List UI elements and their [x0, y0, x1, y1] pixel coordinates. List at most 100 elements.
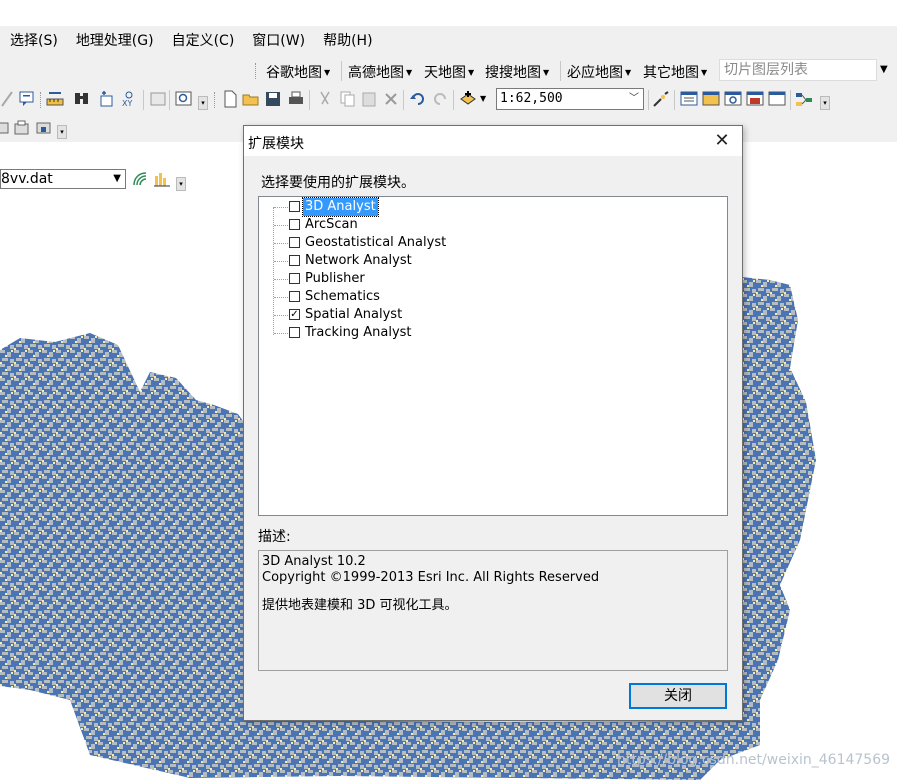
undo-icon[interactable] [409, 90, 427, 108]
tree-branch [274, 225, 288, 226]
extension-label[interactable]: 3D Analyst [302, 197, 379, 217]
menu-windows[interactable]: 窗口(W) [242, 26, 313, 56]
layer-select-value: 8vv.dat [1, 171, 53, 187]
extensions-list[interactable]: 3D Analyst ArcScan Geostatistical Analys… [258, 196, 728, 516]
paste-icon[interactable] [360, 90, 378, 108]
layer-select[interactable]: 8vv.dat ▼ [0, 169, 126, 189]
extension-checkbox[interactable] [289, 219, 300, 230]
extension-label[interactable]: ArcScan [303, 216, 360, 234]
arctoolbox-icon[interactable] [746, 90, 764, 108]
watermark: https://blog.csdn.net/weixin_46147569 [617, 752, 891, 768]
tool-icon[interactable] [0, 119, 12, 137]
editor-toolbar-icon[interactable] [652, 90, 670, 108]
separator [648, 90, 649, 110]
menu-geoprocessing[interactable]: 地理处理(G) [66, 26, 162, 56]
extension-label[interactable]: Network Analyst [303, 252, 414, 270]
extension-item[interactable]: Geostatistical Analyst [273, 234, 713, 252]
tile-layer-list-input[interactable]: 切片图层列表 [719, 59, 877, 81]
identify-icon[interactable] [18, 90, 36, 108]
histogram-icon[interactable] [153, 170, 171, 188]
extension-label[interactable]: Geostatistical Analyst [303, 234, 448, 252]
extension-item[interactable]: Publisher [273, 270, 713, 288]
copy-icon[interactable] [338, 90, 356, 108]
menu-select[interactable]: 选择(S) [0, 26, 66, 56]
extension-checkbox[interactable] [289, 255, 300, 266]
scale-dropdown-icon[interactable]: ﹀ [629, 89, 639, 109]
tree-branch [274, 261, 288, 262]
extension-item[interactable]: ✓ Spatial Analyst [273, 306, 713, 324]
toolbar-options-button[interactable]: ▾ [57, 125, 67, 139]
measure-icon[interactable] [46, 90, 64, 108]
magnify-icon[interactable] [175, 90, 193, 108]
dialog-title-bar[interactable]: 扩展模块 ✕ [244, 126, 742, 156]
extension-checkbox[interactable] [289, 291, 300, 302]
layer-dropdown-icon[interactable]: ▼ [113, 170, 121, 188]
dropdown-arrow-icon: ▼ [324, 67, 331, 77]
tool-icon[interactable] [13, 119, 31, 137]
extension-item[interactable]: ArcScan [273, 216, 713, 234]
tile-layer-dropdown-arrow-icon[interactable]: ▼ [880, 64, 888, 75]
clear-selection-icon[interactable] [0, 90, 18, 108]
toolbar-options-button[interactable]: ▾ [176, 177, 186, 191]
extension-label[interactable]: Publisher [303, 270, 367, 288]
amap-button[interactable]: 高德地图 ▼ [348, 62, 412, 82]
separator [674, 90, 675, 110]
extension-label[interactable]: Spatial Analyst [303, 306, 404, 324]
google-map-button[interactable]: 谷歌地图 ▼ [266, 62, 330, 82]
add-data-icon[interactable] [459, 90, 477, 108]
model-builder-icon[interactable] [795, 90, 813, 108]
add-xy-icon[interactable] [98, 90, 116, 108]
extension-label[interactable]: Schematics [303, 288, 382, 306]
separator [790, 90, 791, 110]
toolbar-grip[interactable] [255, 63, 259, 79]
extension-checkbox[interactable] [289, 237, 300, 248]
go-to-xy-icon[interactable]: XY [120, 90, 138, 108]
toolbar-options-button[interactable]: ▾ [820, 96, 830, 110]
cut-icon[interactable] [316, 90, 334, 108]
extension-item[interactable]: Tracking Analyst [273, 324, 713, 342]
description-line: Copyright ©1999-2013 Esri Inc. All Right… [262, 570, 600, 585]
swipe-icon[interactable] [131, 170, 149, 188]
extension-checkbox[interactable] [289, 327, 300, 338]
description-box: 3D Analyst 10.2 Copyright ©1999-2013 Esr… [258, 550, 728, 671]
python-window-icon[interactable] [768, 90, 786, 108]
menu-customize[interactable]: 自定义(C) [162, 26, 243, 56]
open-icon[interactable] [242, 90, 260, 108]
find-icon[interactable] [73, 90, 91, 108]
bing-map-button[interactable]: 必应地图 ▼ [567, 62, 631, 82]
delete-icon[interactable] [382, 90, 400, 108]
separator [453, 90, 454, 110]
extension-item[interactable]: 3D Analyst [273, 197, 713, 217]
menu-help[interactable]: 帮助(H) [313, 26, 380, 56]
soso-map-button[interactable]: 搜搜地图 ▼ [485, 62, 549, 82]
search-window-icon[interactable] [724, 90, 742, 108]
extension-checkbox[interactable] [289, 273, 300, 284]
other-map-button[interactable]: 其它地图 ▼ [643, 62, 707, 82]
redo-icon[interactable] [431, 90, 449, 108]
close-icon[interactable]: ✕ [707, 129, 737, 153]
new-icon[interactable] [221, 90, 239, 108]
table-of-contents-icon[interactable] [680, 90, 698, 108]
html-popup-icon[interactable] [149, 90, 167, 108]
catalog-icon[interactable] [702, 90, 720, 108]
extension-checkbox[interactable] [289, 201, 300, 212]
toolbar-grip[interactable] [40, 92, 44, 108]
extensions-dialog: 扩展模块 ✕ 选择要使用的扩展模块。 3D Analyst ArcScan Ge… [243, 125, 743, 721]
extension-checkbox[interactable]: ✓ [289, 309, 300, 320]
toolbar-grip[interactable] [214, 92, 218, 108]
choose-extensions-label: 选择要使用的扩展模块。 [261, 175, 415, 191]
extension-item[interactable]: Network Analyst [273, 252, 713, 270]
extension-item[interactable]: Schematics [273, 288, 713, 306]
tool-icon[interactable] [35, 119, 53, 137]
save-icon[interactable] [264, 90, 282, 108]
tianditu-button[interactable]: 天地图 ▼ [424, 62, 474, 82]
extension-label[interactable]: Tracking Analyst [303, 324, 414, 342]
map-scale-combobox[interactable]: 1:62,500 ﹀ [496, 88, 644, 110]
print-icon[interactable] [287, 90, 305, 108]
tree-branch [274, 297, 288, 298]
dropdown-arrow-icon: ▼ [406, 67, 413, 77]
add-data-dropdown-icon[interactable]: ▼ [480, 94, 486, 103]
toolbar-options-button[interactable]: ▾ [198, 96, 208, 110]
tree-branch [274, 279, 288, 280]
close-button[interactable]: 关闭 [629, 683, 727, 709]
